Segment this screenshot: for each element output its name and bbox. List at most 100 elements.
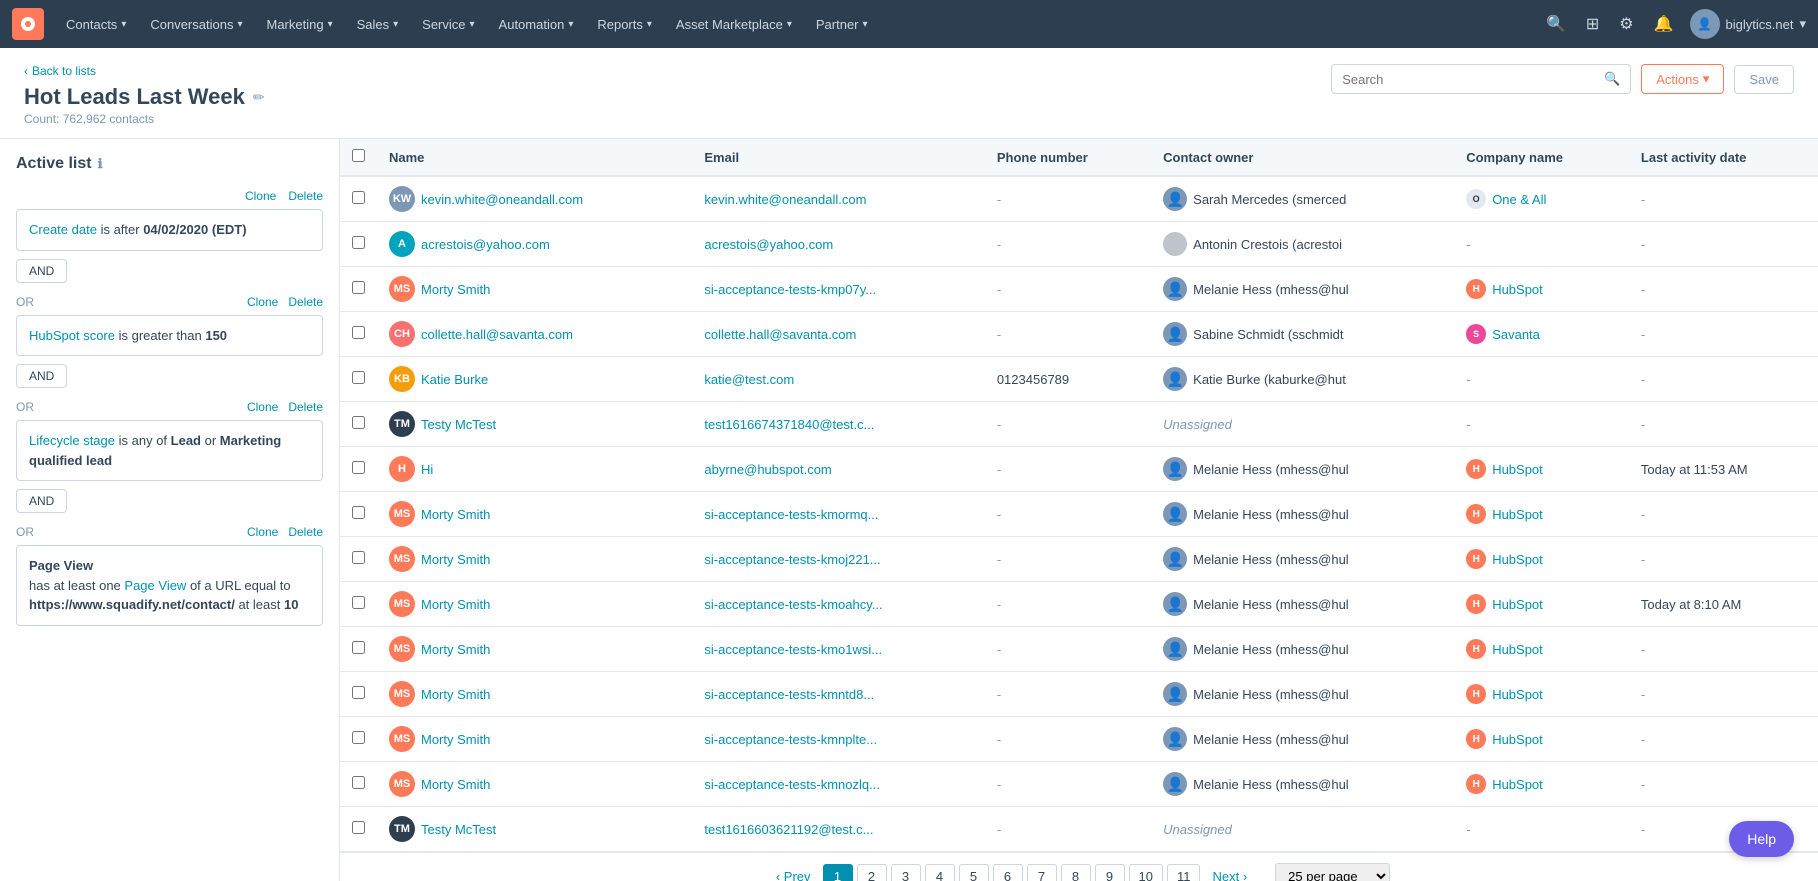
contact-email-link[interactable]: si-acceptance-tests-kmoahcy... <box>704 597 882 612</box>
bell-icon[interactable]: 🔔 <box>1650 10 1678 38</box>
contact-name-link[interactable]: Morty Smith <box>421 597 490 612</box>
search-input[interactable] <box>1342 72 1600 87</box>
nav-item-automation[interactable]: Automation ▾ <box>489 11 584 38</box>
per-page-select[interactable]: 25 per page 50 per page 100 per page <box>1275 863 1390 881</box>
page-btn-8[interactable]: 8 <box>1061 864 1091 881</box>
contact-name-link[interactable]: Katie Burke <box>421 372 488 387</box>
contact-email-link[interactable]: si-acceptance-tests-kmp07y... <box>704 282 876 297</box>
contact-email-link[interactable]: si-acceptance-tests-kmnozlq... <box>704 777 880 792</box>
page-btn-1[interactable]: 1 <box>823 864 853 881</box>
row-checkbox[interactable] <box>352 731 365 744</box>
company-name-link[interactable]: HubSpot <box>1492 462 1543 477</box>
page-btn-3[interactable]: 3 <box>891 864 921 881</box>
contact-name-link[interactable]: Morty Smith <box>421 732 490 747</box>
hubspot-logo[interactable] <box>12 8 44 40</box>
clone-link-1[interactable]: Clone <box>245 189 276 203</box>
row-checkbox[interactable] <box>352 326 365 339</box>
contact-name-link[interactable]: Morty Smith <box>421 552 490 567</box>
next-button[interactable]: Next › <box>1204 865 1255 881</box>
page-btn-10[interactable]: 10 <box>1129 864 1163 881</box>
contact-name-link[interactable]: collette.hall@savanta.com <box>421 327 573 342</box>
select-all-checkbox[interactable] <box>352 149 365 162</box>
row-checkbox[interactable] <box>352 596 365 609</box>
contact-email-link[interactable]: si-acceptance-tests-kmormq... <box>704 507 878 522</box>
search-icon[interactable]: 🔍 <box>1542 10 1570 38</box>
delete-link-2[interactable]: Delete <box>288 295 323 309</box>
nav-item-contacts[interactable]: Contacts ▾ <box>56 11 136 38</box>
row-checkbox[interactable] <box>352 551 365 564</box>
page-btn-5[interactable]: 5 <box>959 864 989 881</box>
row-checkbox[interactable] <box>352 371 365 384</box>
company-name-link[interactable]: Savanta <box>1492 327 1540 342</box>
contact-name-link[interactable]: Testy McTest <box>421 417 496 432</box>
nav-item-partner[interactable]: Partner ▾ <box>806 11 878 38</box>
company-name-link[interactable]: HubSpot <box>1492 777 1543 792</box>
nav-item-sales[interactable]: Sales ▾ <box>347 11 409 38</box>
grid-icon[interactable]: ⊞ <box>1582 10 1603 38</box>
back-to-lists-link[interactable]: ‹ Back to lists <box>24 64 265 78</box>
company-name-link[interactable]: HubSpot <box>1492 507 1543 522</box>
contact-name-link[interactable]: Morty Smith <box>421 642 490 657</box>
contact-name-link[interactable]: Hi <box>421 462 433 477</box>
clone-link-2[interactable]: Clone <box>247 295 278 309</box>
nav-item-marketing[interactable]: Marketing ▾ <box>256 11 342 38</box>
contact-email-link[interactable]: test1616674371840@test.c... <box>704 417 874 432</box>
delete-link-4[interactable]: Delete <box>288 525 323 539</box>
contact-name-link[interactable]: Morty Smith <box>421 507 490 522</box>
contact-name-link[interactable]: Testy McTest <box>421 822 496 837</box>
contact-name-link[interactable]: Morty Smith <box>421 282 490 297</box>
and-button-1[interactable]: AND <box>16 259 67 283</box>
company-name-link[interactable]: HubSpot <box>1492 642 1543 657</box>
prev-button[interactable]: ‹ Prev <box>768 865 819 881</box>
contact-email-link[interactable]: si-acceptance-tests-kmntd8... <box>704 687 874 702</box>
settings-icon[interactable]: ⚙ <box>1615 10 1637 38</box>
delete-link-3[interactable]: Delete <box>288 400 323 414</box>
clone-link-3[interactable]: Clone <box>247 400 278 414</box>
contact-email-link[interactable]: kevin.white@oneandall.com <box>704 192 866 207</box>
and-button-3[interactable]: AND <box>16 489 67 513</box>
edit-icon[interactable]: ✏ <box>253 89 265 106</box>
contact-name-link[interactable]: Morty Smith <box>421 777 490 792</box>
company-name-link[interactable]: HubSpot <box>1492 597 1543 612</box>
contact-email-link[interactable]: test1616603621192@test.c... <box>704 822 873 837</box>
nav-item-conversations[interactable]: Conversations ▾ <box>140 11 252 38</box>
row-checkbox[interactable] <box>352 506 365 519</box>
contact-email-link[interactable]: si-acceptance-tests-kmo1wsi... <box>704 642 882 657</box>
row-checkbox[interactable] <box>352 191 365 204</box>
clone-link-4[interactable]: Clone <box>247 525 278 539</box>
page-btn-11[interactable]: 11 <box>1167 864 1201 881</box>
company-name-link[interactable]: HubSpot <box>1492 687 1543 702</box>
row-checkbox[interactable] <box>352 416 365 429</box>
row-checkbox[interactable] <box>352 776 365 789</box>
row-checkbox[interactable] <box>352 281 365 294</box>
row-checkbox[interactable] <box>352 236 365 249</box>
page-btn-7[interactable]: 7 <box>1027 864 1057 881</box>
page-btn-2[interactable]: 2 <box>857 864 887 881</box>
page-btn-9[interactable]: 9 <box>1095 864 1125 881</box>
contact-email-link[interactable]: si-acceptance-tests-kmnplte... <box>704 732 877 747</box>
help-button[interactable]: Help <box>1729 821 1794 857</box>
nav-item-asset-marketplace[interactable]: Asset Marketplace ▾ <box>666 11 802 38</box>
contact-email-link[interactable]: si-acceptance-tests-kmoj221... <box>704 552 880 567</box>
info-icon[interactable]: ℹ <box>98 156 103 172</box>
contact-name-link[interactable]: kevin.white@oneandall.com <box>421 192 583 207</box>
company-name-link[interactable]: One & All <box>1492 192 1546 207</box>
save-button[interactable]: Save <box>1734 65 1794 94</box>
contact-email-link[interactable]: collette.hall@savanta.com <box>704 327 856 342</box>
row-checkbox[interactable] <box>352 641 365 654</box>
page-btn-6[interactable]: 6 <box>993 864 1023 881</box>
contact-email-link[interactable]: acrestois@yahoo.com <box>704 237 833 252</box>
nav-item-service[interactable]: Service ▾ <box>412 11 484 38</box>
page-btn-4[interactable]: 4 <box>925 864 955 881</box>
select-all-header[interactable] <box>340 139 377 176</box>
actions-button[interactable]: Actions ▾ <box>1641 64 1724 94</box>
contact-name-link[interactable]: acrestois@yahoo.com <box>421 237 550 252</box>
contact-email-link[interactable]: abyrne@hubspot.com <box>704 462 831 477</box>
row-checkbox[interactable] <box>352 821 365 834</box>
row-checkbox[interactable] <box>352 686 365 699</box>
and-button-2[interactable]: AND <box>16 364 67 388</box>
row-checkbox[interactable] <box>352 461 365 474</box>
delete-link-1[interactable]: Delete <box>288 189 323 203</box>
nav-item-reports[interactable]: Reports ▾ <box>587 11 662 38</box>
company-name-link[interactable]: HubSpot <box>1492 282 1543 297</box>
